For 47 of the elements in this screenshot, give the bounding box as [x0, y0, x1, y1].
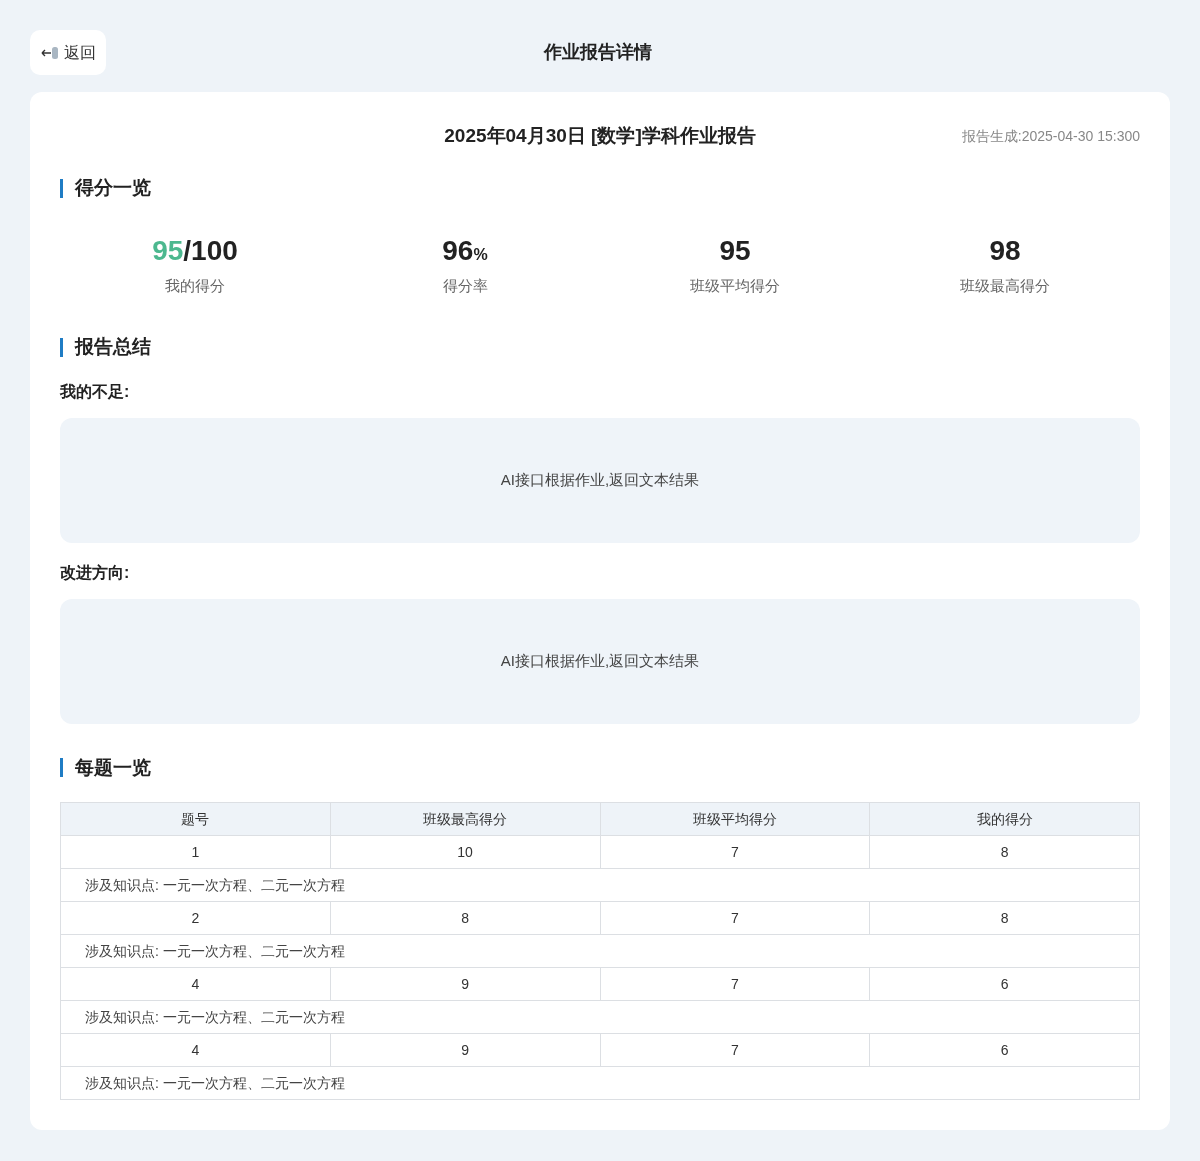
column-header: 班级平均得分: [600, 802, 870, 836]
section-marker: [60, 337, 63, 357]
page-title: 作业报告详情: [544, 41, 652, 64]
knowledge-note: 涉及知识点: 一元一次方程、二元一次方程: [60, 868, 1140, 902]
knowledge-note: 涉及知识点: 一元一次方程、二元一次方程: [60, 934, 1140, 968]
section-title: 得分一览: [75, 176, 151, 200]
knowledge-note: 涉及知识点: 一元一次方程、二元一次方程: [60, 1000, 1140, 1034]
table-cell: 9: [330, 1033, 600, 1067]
section-title: 每题一览: [75, 755, 151, 780]
table-cell: 6: [869, 967, 1140, 1001]
table-cell: 9: [330, 967, 600, 1001]
table-cell: 4: [60, 967, 331, 1001]
stat-label: 班级最高得分: [960, 275, 1050, 296]
table-cell: 8: [869, 901, 1140, 935]
table-cell: 7: [600, 835, 870, 869]
column-header: 我的得分: [869, 802, 1140, 836]
stat-label: 得分率: [442, 275, 488, 296]
stat-label: 班级平均得分: [690, 275, 780, 296]
knowledge-note: 涉及知识点: 一元一次方程、二元一次方程: [60, 1066, 1140, 1100]
ai-result-text: AI接口根据作业,返回文本结果: [500, 469, 700, 490]
table-cell: 4: [60, 1033, 331, 1067]
section-title: 报告总结: [75, 335, 151, 359]
table-cell: 1: [60, 835, 331, 869]
stat-label: 我的得分: [165, 275, 225, 296]
report-title: 2025年04月30日 [数学]学科作业报告: [444, 123, 756, 148]
stat-value: 98: [989, 233, 1021, 268]
table-cell: 8: [330, 901, 600, 935]
section-marker: [60, 178, 63, 198]
table-cell: 7: [600, 1033, 870, 1067]
section-marker: [60, 758, 63, 778]
column-header: 班级最高得分: [330, 802, 600, 836]
column-header: 题号: [60, 802, 331, 836]
generated-time: 报告生成:2025-04-30 15:300: [961, 126, 1140, 146]
table-cell: 7: [600, 967, 870, 1001]
block-heading: 我的不足:: [60, 381, 131, 402]
back-arrow-icon: [40, 44, 60, 61]
stat-value: 95/100: [152, 233, 238, 268]
back-button[interactable]: 返回: [30, 30, 106, 75]
stat-value: 96%: [442, 233, 488, 268]
ai-result-text: AI接口根据作业,返回文本结果: [500, 650, 700, 671]
table-cell: 10: [330, 835, 600, 869]
stat-value: 95: [719, 233, 751, 268]
table-cell: 8: [869, 835, 1140, 869]
table-cell: 7: [600, 901, 870, 935]
block-heading: 改进方向:: [60, 562, 131, 583]
table-cell: 2: [60, 901, 331, 935]
table-cell: 6: [869, 1033, 1140, 1067]
